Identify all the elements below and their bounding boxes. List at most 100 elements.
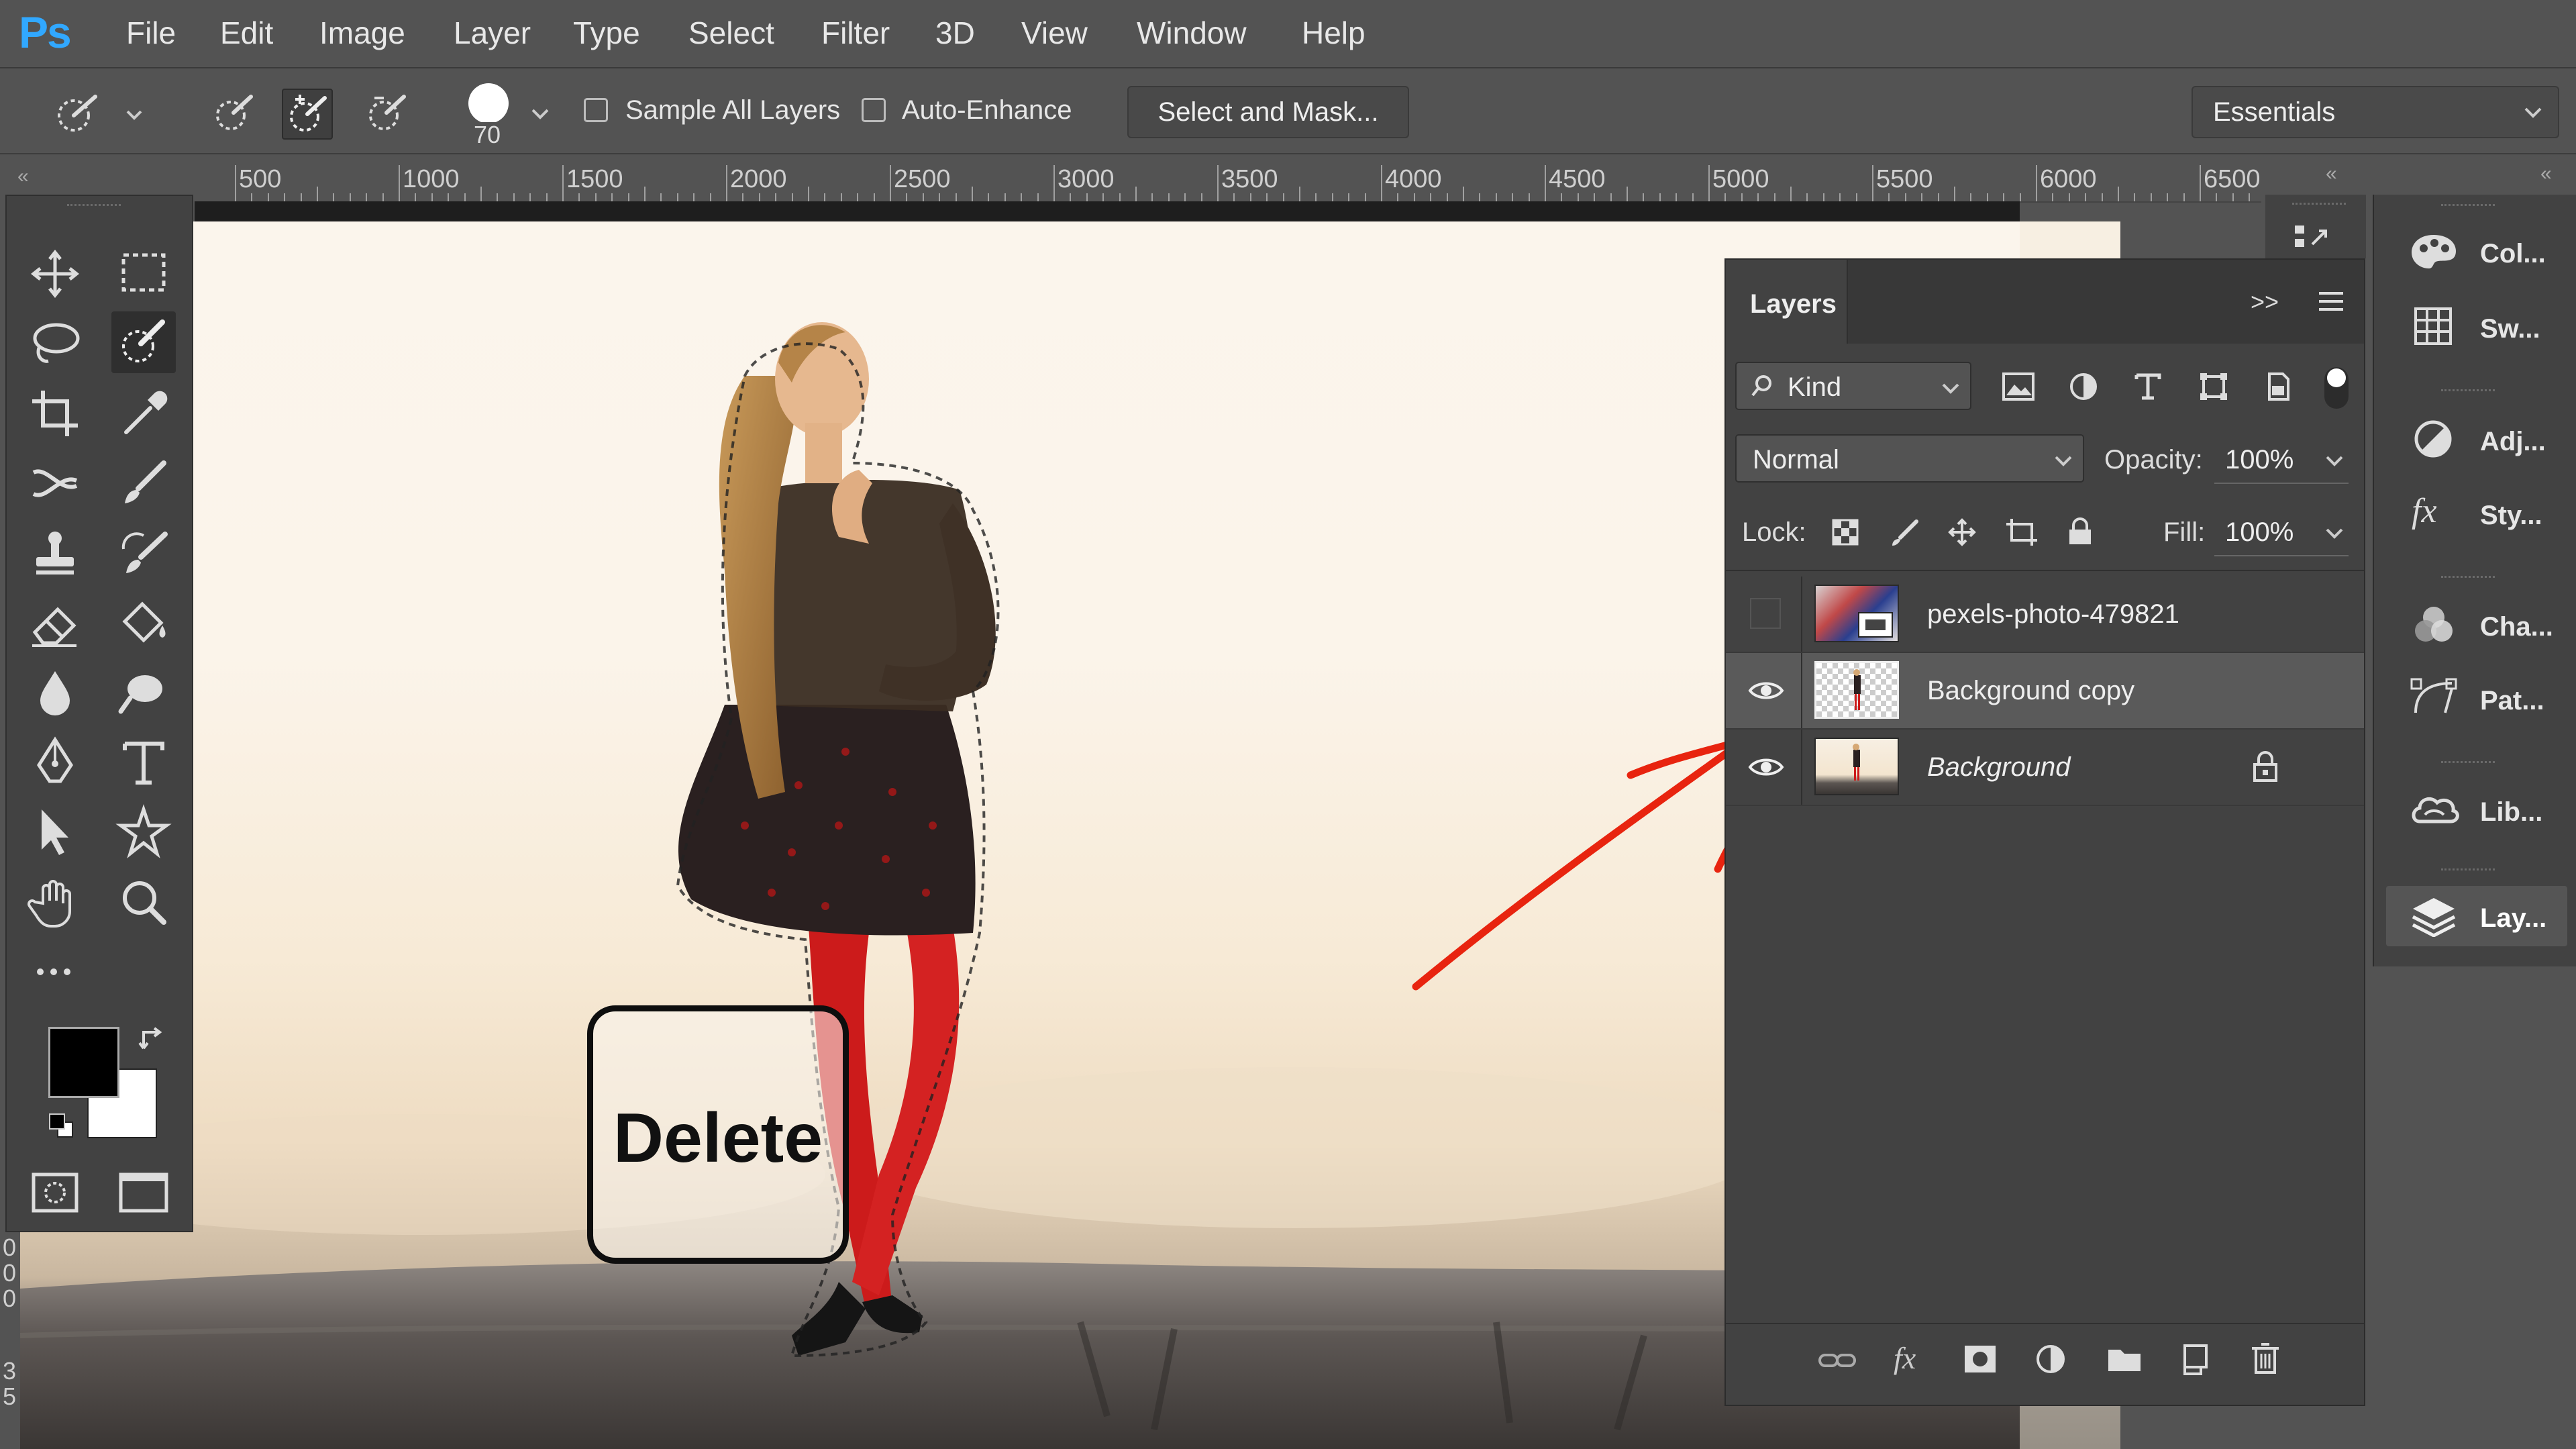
dock-item-layers[interactable]: Lay... — [2386, 886, 2567, 946]
new-group-folder-icon[interactable] — [2106, 1344, 2143, 1374]
more-tools-icon[interactable] — [23, 941, 87, 1003]
paint-bucket-tool-icon[interactable] — [111, 592, 176, 654]
filter-kind-dropdown[interactable]: Kind — [1735, 362, 1971, 410]
eye-icon[interactable] — [1746, 670, 1786, 711]
dock-item-paths[interactable]: Pat... — [2386, 668, 2567, 729]
dock-item-channels[interactable]: Cha... — [2386, 595, 2567, 655]
hand-tool-icon[interactable] — [23, 871, 87, 933]
panel-menu-icon[interactable] — [2316, 289, 2346, 313]
new-layer-icon[interactable] — [2178, 1343, 2212, 1377]
move-tool-icon[interactable] — [23, 243, 87, 305]
pixel-layer-filter-icon[interactable] — [2001, 371, 2036, 402]
ruler-tick — [2068, 193, 2070, 201]
eyedropper-tool-icon[interactable] — [111, 383, 176, 444]
add-mask-icon[interactable] — [1962, 1343, 1998, 1375]
menu-layer[interactable]: Layer — [454, 15, 531, 51]
dodge-tool-icon[interactable] — [111, 662, 176, 723]
dock-item-adjustments[interactable]: Adj... — [2386, 409, 2567, 470]
ruler-tick — [758, 193, 760, 201]
menu-3d[interactable]: 3D — [935, 15, 975, 51]
clone-stamp-tool-icon[interactable] — [23, 522, 87, 584]
menu-help[interactable]: Help — [1302, 15, 1366, 51]
vertical-ruler-labels: 0 0 0 3 5 — [3, 1234, 17, 1410]
eye-icon[interactable] — [1746, 747, 1786, 787]
collapse-panel-icon[interactable]: >> — [2251, 288, 2279, 316]
foreground-color-swatch[interactable] — [48, 1027, 119, 1098]
layer-visibility-toggle-off[interactable] — [1746, 594, 1786, 634]
type-tool-icon[interactable] — [111, 732, 176, 793]
layer-row-pexels-photo[interactable]: pexels-photo-479821 — [1726, 577, 2364, 653]
quick-selection-tool-icon[interactable] — [111, 311, 176, 373]
layer-row-background-copy[interactable]: Background copy — [1726, 653, 2364, 730]
panel-grip[interactable] — [67, 204, 121, 211]
lock-all-icon[interactable] — [2065, 516, 2095, 547]
layer-row-background[interactable]: Background — [1726, 730, 2364, 806]
fill-field[interactable]: 100% — [2214, 508, 2349, 556]
collapse-tools-icon[interactable]: « — [17, 165, 29, 188]
crop-tool-icon[interactable] — [23, 383, 87, 444]
lock-position-icon[interactable] — [1947, 517, 1977, 547]
quick-mask-icon[interactable] — [23, 1162, 87, 1224]
lock-artboard-icon[interactable] — [2005, 517, 2039, 547]
layer-style-fx-icon[interactable]: fx — [1894, 1340, 1916, 1376]
tool-preset-picker[interactable] — [47, 89, 148, 137]
brush-tool-icon[interactable] — [111, 452, 176, 514]
rectangular-marquee-tool-icon[interactable] — [111, 243, 176, 305]
new-selection-icon[interactable] — [209, 89, 258, 137]
type-layer-filter-icon[interactable] — [2132, 371, 2163, 402]
swap-colors-icon[interactable] — [138, 1024, 168, 1054]
ruler-tick — [1446, 193, 1448, 201]
workspace-switcher[interactable]: Essentials — [2192, 86, 2559, 138]
subtract-from-selection-icon[interactable] — [362, 89, 411, 137]
new-adjustment-layer-icon[interactable] — [2034, 1343, 2068, 1377]
menu-type[interactable]: Type — [573, 15, 640, 51]
delete-key-label: Delete — [613, 1099, 823, 1177]
menu-select[interactable]: Select — [688, 15, 774, 51]
lock-transparent-pixels-icon[interactable] — [1831, 517, 1860, 547]
brush-size-picker[interactable]: 70 — [463, 75, 517, 149]
menu-file[interactable]: File — [126, 15, 176, 51]
add-to-selection-icon[interactable] — [282, 89, 333, 140]
filter-toggle[interactable] — [2324, 367, 2349, 409]
menu-image[interactable]: Image — [319, 15, 405, 51]
chevron-down-icon[interactable] — [530, 107, 550, 121]
collapse-panel-icon[interactable]: « — [2326, 162, 2337, 185]
lasso-tool-icon[interactable] — [23, 311, 87, 373]
custom-shape-tool-icon[interactable] — [111, 801, 176, 863]
dock-item-libraries[interactable]: Lib... — [2386, 780, 2567, 840]
history-brush-tool-icon[interactable] — [111, 522, 176, 584]
screen-mode-icon[interactable] — [111, 1162, 176, 1224]
eraser-tool-icon[interactable] — [23, 592, 87, 654]
select-and-mask-button[interactable]: Select and Mask... — [1127, 86, 1409, 138]
delete-layer-trash-icon[interactable] — [2249, 1342, 2281, 1377]
blend-mode-dropdown[interactable]: Normal — [1735, 434, 2084, 483]
sample-all-layers-checkbox[interactable] — [584, 98, 608, 122]
healing-brush-tool-icon[interactable] — [23, 452, 87, 514]
dock-item-color[interactable]: Col... — [2386, 221, 2567, 282]
ruler-tick — [1348, 193, 1350, 201]
link-layers-icon[interactable] — [1817, 1347, 1857, 1374]
ruler-tick — [1282, 193, 1284, 201]
adjustment-layer-filter-icon[interactable] — [2068, 371, 2099, 402]
path-selection-tool-icon[interactable] — [23, 801, 87, 863]
dock-item-styles[interactable]: fx Sty... — [2386, 483, 2567, 544]
arrange-icon[interactable] — [2292, 221, 2332, 251]
auto-enhance-checkbox[interactable] — [862, 98, 886, 122]
lock-image-pixels-icon[interactable] — [1890, 517, 1919, 547]
default-colors-icon[interactable] — [47, 1111, 76, 1141]
opacity-field[interactable]: 100% — [2214, 436, 2349, 484]
menu-filter[interactable]: Filter — [821, 15, 890, 51]
blur-tool-icon[interactable] — [23, 662, 87, 723]
ruler-tick-label: 5000 — [1712, 165, 1769, 193]
collapse-dock-icon[interactable]: « — [2540, 162, 2552, 185]
menu-edit[interactable]: Edit — [220, 15, 273, 51]
menu-window[interactable]: Window — [1137, 15, 1247, 51]
ruler-tick — [1200, 193, 1202, 201]
dock-item-swatches[interactable]: Sw... — [2386, 297, 2567, 357]
pen-tool-icon[interactable] — [23, 732, 87, 793]
menu-view[interactable]: View — [1021, 15, 1088, 51]
zoom-tool-icon[interactable] — [111, 871, 176, 933]
tab-layers[interactable]: Layers — [1726, 260, 1848, 344]
smart-object-filter-icon[interactable] — [2263, 371, 2294, 402]
shape-layer-filter-icon[interactable] — [2198, 371, 2229, 402]
